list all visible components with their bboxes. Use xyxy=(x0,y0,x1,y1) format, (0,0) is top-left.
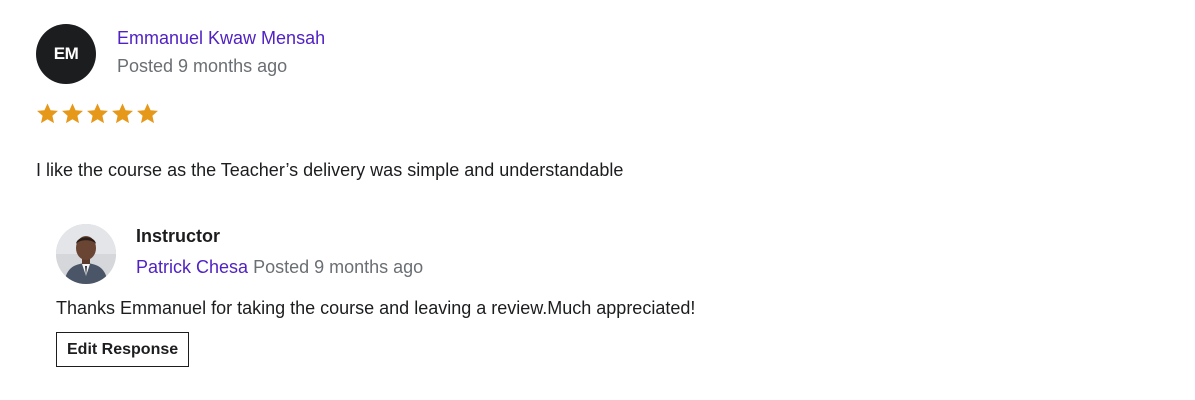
response-posted-time: Posted 9 months ago xyxy=(253,257,424,277)
star-rating xyxy=(36,102,159,125)
instructor-role-label: Instructor xyxy=(136,226,221,246)
review-card: EM Emmanuel Kwaw Mensah Posted 9 months … xyxy=(0,0,1195,400)
star-icon xyxy=(61,102,84,125)
review-posted-time: Posted 9 months ago xyxy=(117,56,288,76)
reviewer-name-link[interactable]: Emmanuel Kwaw Mensah xyxy=(117,28,325,49)
edit-response-button[interactable]: Edit Response xyxy=(56,332,190,367)
instructor-response: Instructor Patrick Chesa Posted 9 months… xyxy=(56,222,956,382)
reviewer-avatar: EM xyxy=(36,24,96,84)
instructor-byline: Patrick Chesa Posted 9 months ago xyxy=(136,257,423,278)
star-icon xyxy=(136,102,159,125)
star-icon xyxy=(36,102,59,125)
star-icon xyxy=(111,102,134,125)
instructor-avatar xyxy=(56,224,116,284)
instructor-name-link[interactable]: Patrick Chesa xyxy=(136,257,248,277)
star-icon xyxy=(86,102,109,125)
review-text: I like the course as the Teacher’s deliv… xyxy=(36,160,624,180)
avatar-initials: EM xyxy=(53,44,79,63)
response-text: Thanks Emmanuel for taking the course an… xyxy=(56,298,696,318)
